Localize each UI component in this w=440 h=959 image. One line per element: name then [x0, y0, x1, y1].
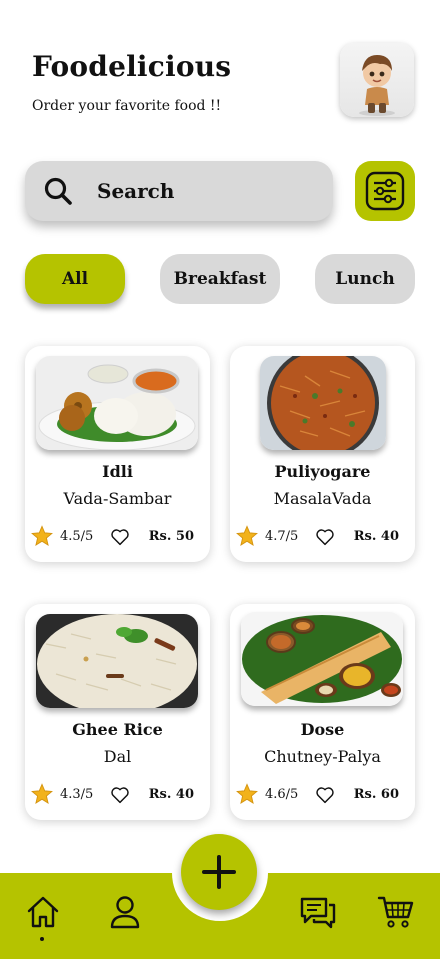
search-icon [44, 177, 72, 205]
add-button[interactable] [181, 834, 257, 910]
home-icon[interactable] [25, 894, 61, 930]
food-subtitle: Chutney-Palya [264, 747, 381, 766]
search-input[interactable] [95, 178, 299, 204]
food-price: Rs. 60 [353, 787, 399, 802]
food-subtitle: Vada-Sambar [63, 489, 172, 508]
food-rating: 4.5/5 [60, 529, 94, 544]
food-subtitle: MasalaVada [273, 489, 372, 508]
cart-icon[interactable] [377, 895, 415, 929]
food-image [260, 356, 386, 450]
food-card[interactable]: Puliyogare MasalaVada 4.7/5 Rs. 40 [230, 346, 415, 562]
star-icon [31, 525, 53, 546]
filter-button[interactable] [355, 161, 415, 221]
food-rating: 4.6/5 [265, 787, 299, 802]
category-chip-all[interactable]: All [25, 254, 125, 304]
app-title: Foodelicious [32, 50, 232, 83]
heart-icon[interactable] [315, 528, 335, 546]
food-card[interactable]: Dose Chutney-Palya 4.6/5 Rs. 60 [230, 604, 415, 820]
search-bar[interactable] [25, 161, 333, 221]
food-name: Ghee Rice [72, 720, 163, 739]
food-image [241, 612, 403, 706]
app-subtitle: Order your favorite food !! [32, 98, 222, 114]
category-chip-label: Breakfast [173, 269, 267, 289]
food-card[interactable]: Ghee Rice Dal 4.3/5 Rs. 40 [25, 604, 210, 820]
user-icon[interactable] [108, 894, 142, 930]
food-card[interactable]: Idli Vada-Sambar 4.5/5 Rs. 50 [25, 346, 210, 562]
star-icon [236, 525, 258, 546]
heart-icon[interactable] [110, 786, 130, 804]
avatar-image [359, 55, 395, 116]
food-price: Rs. 40 [148, 787, 194, 802]
food-price: Rs. 40 [353, 529, 399, 544]
category-chip-label: Lunch [335, 269, 395, 289]
food-rating: 4.7/5 [265, 529, 299, 544]
category-chip-label: All [61, 269, 89, 289]
food-name: Idli [102, 462, 133, 481]
category-chip-lunch[interactable]: Lunch [315, 254, 415, 304]
star-icon [236, 783, 258, 804]
category-chip-breakfast[interactable]: Breakfast [160, 254, 280, 304]
heart-icon[interactable] [110, 528, 130, 546]
food-image [36, 614, 198, 708]
food-image [36, 356, 198, 450]
food-name: Puliyogare [274, 462, 371, 481]
filter-sliders-icon [365, 171, 405, 211]
food-rating: 4.3/5 [60, 787, 94, 802]
chat-icon[interactable] [299, 895, 337, 931]
active-indicator [40, 937, 44, 941]
food-subtitle: Dal [103, 747, 132, 766]
heart-icon[interactable] [315, 786, 335, 804]
food-name: Dose [300, 720, 345, 739]
food-price: Rs. 50 [148, 529, 194, 544]
plus-icon [202, 855, 236, 889]
star-icon [31, 783, 53, 804]
avatar[interactable] [340, 43, 414, 117]
